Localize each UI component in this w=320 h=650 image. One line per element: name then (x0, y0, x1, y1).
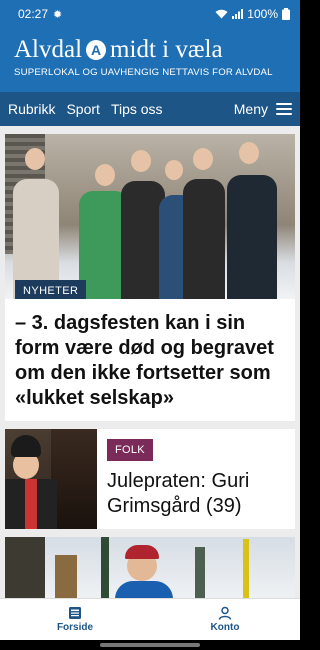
status-right: 100% (215, 7, 290, 21)
photo-skier-body (115, 581, 173, 598)
signal-icon (232, 9, 244, 19)
clock: 02:27 (18, 7, 49, 21)
article-headline[interactable]: Juleprаten: Guri Grimsgård (39) (107, 469, 285, 519)
photo-tree (101, 537, 109, 598)
photo-head (239, 142, 259, 164)
article-card[interactable]: FOLK Juleprаten: Guri Grimsgård (39) (5, 429, 295, 529)
article-image: NYHETER (5, 134, 295, 299)
bottom-nav-forside[interactable]: Forside (0, 599, 150, 640)
photo-head (131, 150, 151, 172)
photo-horse (51, 429, 97, 529)
bottom-nav: Forside Konto (0, 598, 300, 640)
gear-icon: ✹ (53, 8, 63, 21)
menu-button[interactable]: Meny (234, 101, 292, 117)
bottom-nav-label: Konto (210, 622, 240, 633)
photo-person (183, 179, 225, 299)
photo-stripe (25, 479, 37, 529)
wifi-icon (215, 9, 228, 19)
header: 02:27 ✹ 100% Alvdal A midt i væla SUPERL… (0, 0, 300, 92)
bottom-nav-label: Forside (56, 622, 94, 633)
category-tag[interactable]: NYHETER (15, 280, 87, 299)
bottom-nav-konto[interactable]: Konto (150, 599, 300, 640)
menu-label: Meny (233, 101, 268, 117)
home-indicator[interactable] (100, 643, 200, 647)
logo-title-part1: Alvdal (14, 36, 83, 63)
photo-post (55, 555, 77, 598)
photo-helmet (11, 435, 41, 457)
photo-head (193, 148, 213, 170)
status-bar: 02:27 ✹ 100% (0, 0, 300, 28)
article-body: FOLK Juleprаten: Guri Grimsgård (39) (97, 429, 295, 529)
app-screen: 02:27 ✹ 100% Alvdal A midt i væla SUPERL… (0, 0, 300, 650)
nav-item-tips-oss[interactable]: Tips oss (111, 101, 163, 117)
logo-badge-icon: A (86, 40, 107, 60)
top-nav: Rubrikk Sport Tips oss Meny (0, 92, 300, 126)
battery-icon (282, 8, 290, 20)
photo-head (165, 160, 183, 180)
photo-tree (5, 537, 45, 598)
newspaper-icon (69, 607, 81, 619)
photo-head (95, 164, 115, 186)
article-card[interactable] (5, 537, 295, 598)
tagline: SUPERLOKAL OG UAVHENGIG NETTAVIS FOR ALV… (14, 67, 273, 78)
logo-title-part2: midt i væla (110, 36, 223, 63)
hamburger-icon (276, 103, 292, 115)
article-thumbnail (5, 429, 97, 529)
masthead[interactable]: Alvdal A midt i væla SUPERLOKAL OG UAVHE… (0, 28, 300, 92)
person-icon (218, 606, 232, 620)
system-home-bar (0, 640, 300, 650)
article-headline[interactable]: – 3. dagsfesten kan i sin form være død … (5, 299, 295, 421)
photo-person (227, 175, 277, 299)
category-tag[interactable]: FOLK (107, 439, 153, 461)
photo-tree (195, 547, 205, 598)
nav-item-sport[interactable]: Sport (66, 101, 99, 117)
status-left: 02:27 ✹ (18, 7, 62, 21)
article-image (5, 537, 295, 598)
nav-item-rubrikk[interactable]: Rubrikk (8, 101, 55, 117)
battery-percent: 100% (247, 7, 278, 21)
photo-skier-hat (125, 545, 159, 559)
site-logo[interactable]: Alvdal A midt i væla (14, 36, 288, 64)
article-card[interactable]: NYHETER – 3. dagsfesten kan i sin form v… (5, 134, 295, 421)
photo-head (25, 148, 45, 170)
photo-pole (243, 539, 249, 598)
article-feed[interactable]: NYHETER – 3. dagsfesten kan i sin form v… (0, 126, 300, 598)
